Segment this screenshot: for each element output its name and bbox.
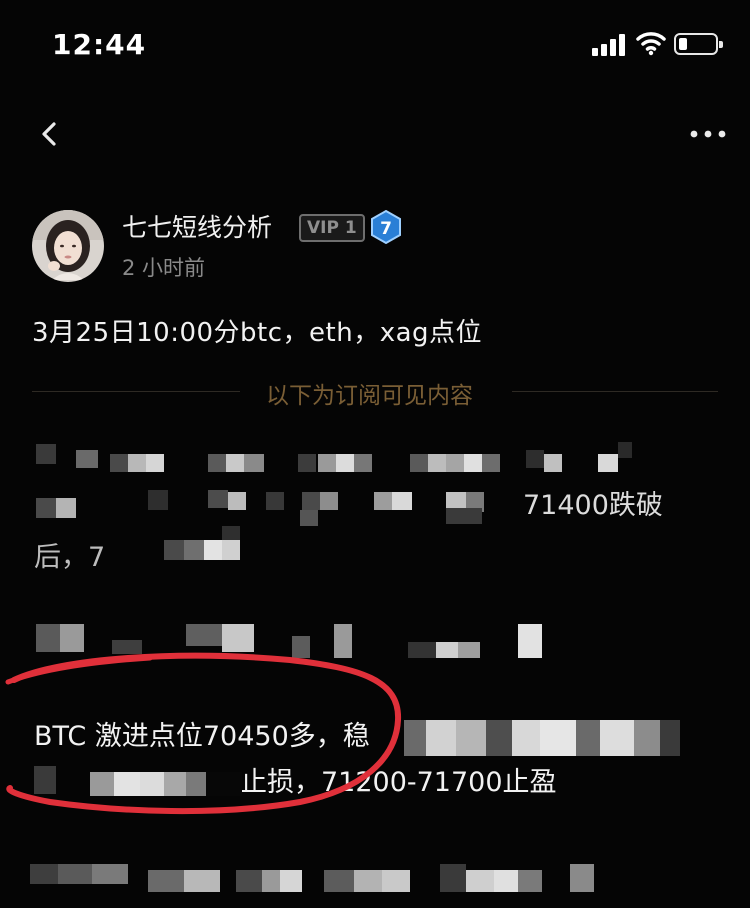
- subscriber-divider-label: 以下为订阅可见内容: [266, 383, 473, 409]
- btc-entry-text: BTC 激进点位70450多，稳: [34, 721, 370, 752]
- author-name[interactable]: 七七短线分析: [122, 208, 272, 244]
- pixelated-text: [30, 850, 620, 896]
- pixelated-text: [404, 712, 694, 758]
- nav-bar: [0, 100, 750, 170]
- back-button[interactable]: [32, 114, 72, 154]
- content-line-visible: 71400跌破: [523, 490, 663, 521]
- status-time: 12:44: [52, 28, 147, 61]
- pixelated-text: [36, 484, 516, 530]
- level-badge: 7: [371, 210, 401, 244]
- level-number: 7: [380, 219, 392, 239]
- battery-level: [679, 38, 687, 50]
- battery-icon: [674, 33, 723, 55]
- wifi-icon: [636, 32, 666, 56]
- vip-badge: VIP 1: [299, 214, 365, 242]
- cellular-signal-icon: [592, 34, 626, 56]
- post-title: 3月25日10:00分btc，eth，xag点位: [32, 318, 483, 348]
- post-time: 2 小时前: [122, 256, 206, 280]
- divider-line-right: [512, 391, 718, 392]
- status-bar: 12:44: [0, 0, 750, 90]
- divider-line-left: [32, 391, 240, 392]
- pixelated-text: [36, 618, 556, 664]
- content-line-visible: 后，7: [34, 542, 106, 573]
- btc-take-profit-text: 止损，71200-71700止盈: [240, 767, 557, 798]
- avatar[interactable]: [32, 210, 104, 282]
- chevron-left-icon: [42, 122, 56, 146]
- pixelated-text: [36, 436, 636, 476]
- more-button[interactable]: [684, 114, 734, 154]
- pixelated-text: [150, 526, 260, 572]
- more-horizontal-icon: [690, 130, 726, 138]
- pixelated-text: [34, 758, 244, 804]
